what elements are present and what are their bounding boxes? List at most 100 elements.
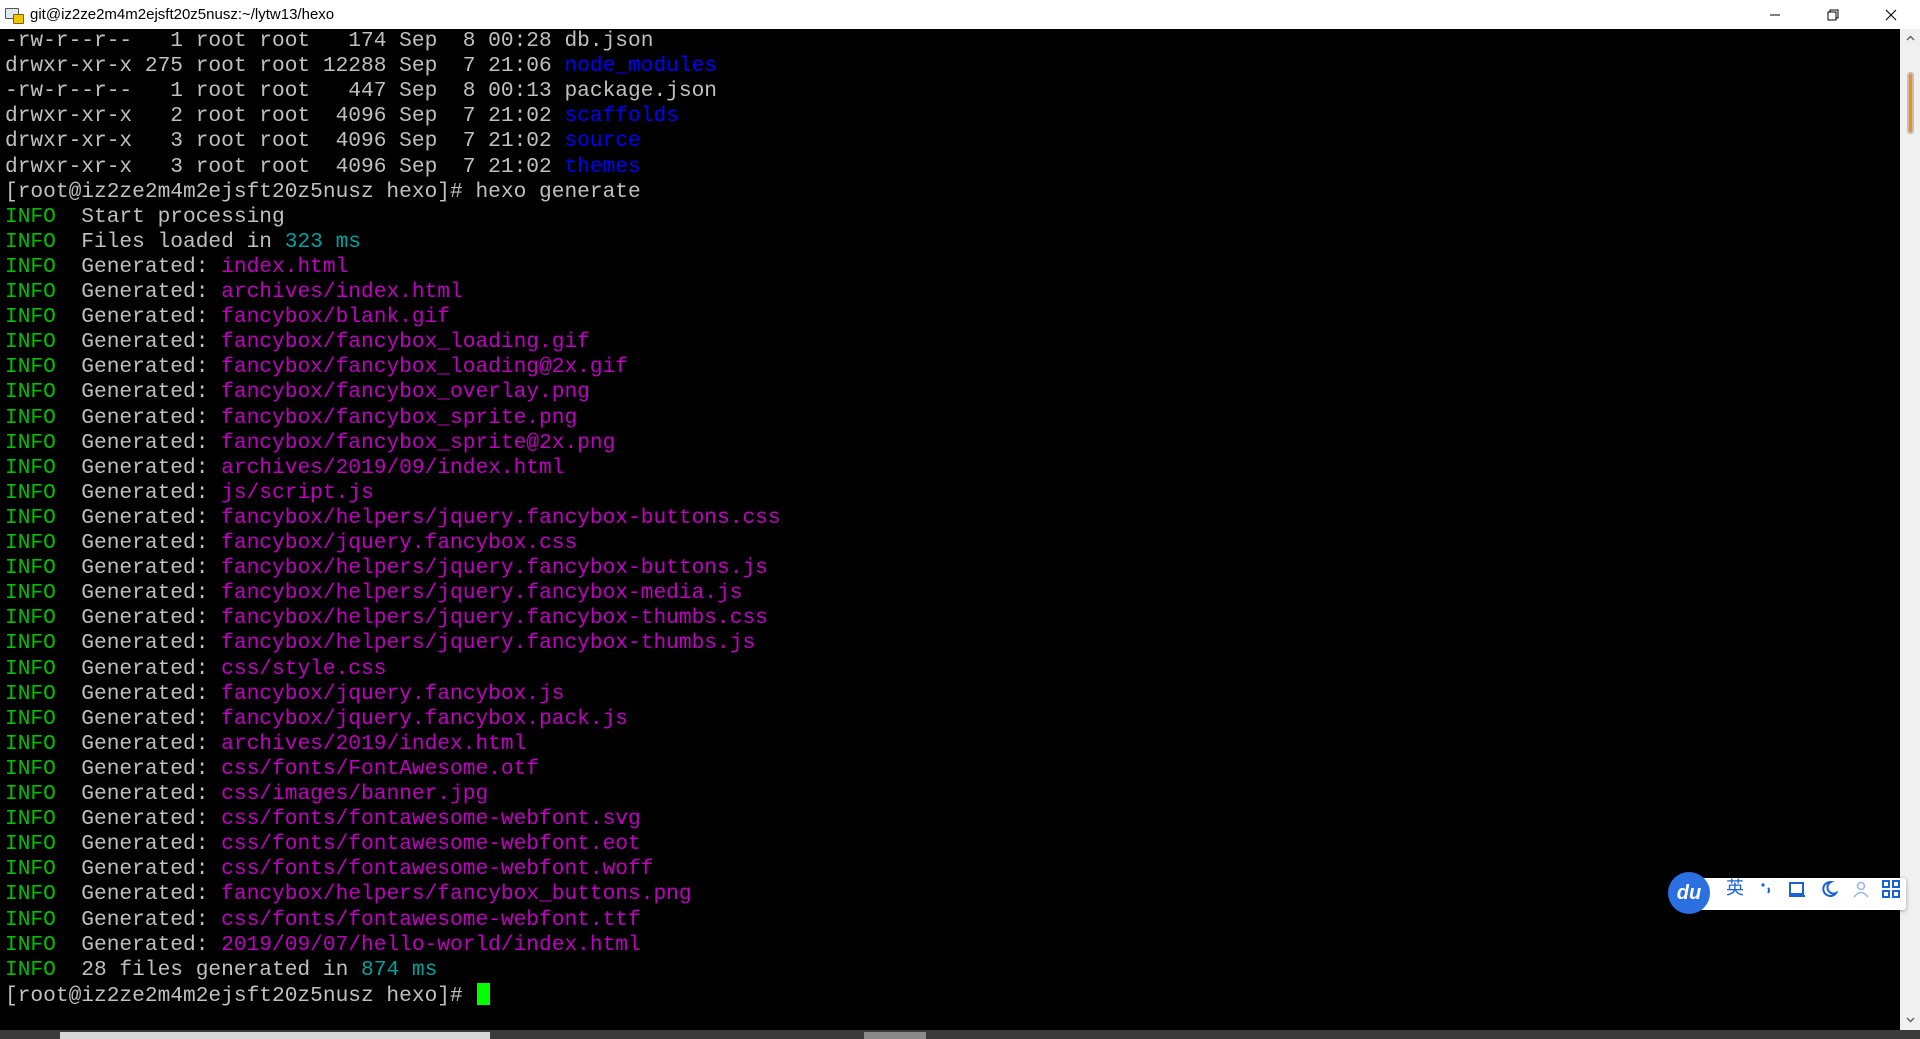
directory-name: themes (564, 154, 641, 179)
terminal-line: INFO Generated: fancybox/fancybox_loadin… (5, 330, 590, 355)
terminal-text: Generated: (55, 405, 222, 430)
terminal-text: -rw-r--r-- 1 root root 447 Sep 8 00:13 p… (5, 79, 718, 104)
terminal-text: Generated: (55, 606, 222, 631)
scroll-up-button[interactable] (1900, 29, 1920, 46)
terminal-line: INFO Generated: css/fonts/fontawesome-we… (5, 807, 641, 832)
terminal-line: drwxr-xr-x 3 root root 4096 Sep 7 21:02 … (5, 129, 641, 154)
terminal-line: INFO Generated: fancybox/helpers/jquery.… (5, 606, 768, 631)
terminal-text: Generated: (55, 832, 222, 857)
terminal-line: INFO Generated: fancybox/fancybox_sprite… (5, 406, 577, 431)
taskbar-segment (60, 1032, 490, 1039)
grid-menu-icon[interactable] (1880, 878, 1902, 900)
taskbar-segment (864, 1032, 926, 1039)
keyboard-icon[interactable] (1786, 878, 1808, 900)
close-icon (1885, 9, 1897, 20)
log-level: INFO (5, 229, 56, 254)
terminal-line: INFO Generated: fancybox/jquery.fancybox… (5, 682, 564, 707)
log-level: INFO (5, 254, 56, 279)
log-level: INFO (5, 807, 56, 832)
terminal-line: INFO Generated: fancybox/helpers/jquery.… (5, 556, 768, 581)
terminal-line: INFO Generated: fancybox/jquery.fancybox… (5, 707, 628, 732)
log-level: INFO (5, 355, 56, 380)
ime-language-toggle[interactable]: 英 (1724, 878, 1746, 900)
terminal-line: INFO Generated: fancybox/helpers/fancybo… (5, 882, 692, 907)
terminal-text: drwxr-xr-x 3 root root 4096 Sep 7 21:02 (5, 129, 565, 154)
generated-path: fancybox/jquery.fancybox.css (221, 531, 578, 555)
terminal-line: INFO Generated: fancybox/fancybox_loadin… (5, 355, 628, 380)
log-level: INFO (5, 882, 56, 907)
generated-path: fancybox/jquery.fancybox.pack.js (221, 706, 629, 731)
terminal-text: Generated: (55, 782, 222, 806)
terminal-line: [root@iz2ze2m4m2ejsft20z5nusz hexo]# (5, 982, 491, 1008)
generated-path: fancybox/helpers/jquery.fancybox-thumbs.… (221, 606, 768, 631)
log-level: INFO (5, 480, 56, 505)
duration-value: 874 ms (361, 957, 438, 982)
terminal-line: INFO Generated: fancybox/helpers/jquery.… (5, 631, 755, 656)
terminal-line: INFO Generated: css/style.css (5, 657, 386, 682)
moon-skin-icon[interactable] (1818, 878, 1840, 900)
terminal-text: Generated: (55, 556, 222, 581)
terminal-line: INFO Generated: js/script.js (5, 481, 374, 506)
generated-path: fancybox/helpers/jquery.fancybox-buttons… (221, 556, 768, 581)
ime-logo[interactable]: du (1668, 872, 1710, 914)
terminal-text: Generated: (55, 430, 222, 455)
log-level: INFO (5, 681, 56, 706)
generated-path: fancybox/helpers/jquery.fancybox-buttons… (221, 505, 781, 530)
generated-path: 2019/09/07/hello-world/index.html (221, 932, 641, 957)
terminal-line: INFO Generated: fancybox/blank.gif (5, 305, 450, 330)
restore-icon (1827, 9, 1839, 20)
directory-name: node_modules (564, 54, 718, 79)
terminal-line: INFO Generated: fancybox/helpers/jquery.… (5, 506, 781, 531)
generated-path: fancybox/fancybox_sprite.png (221, 405, 578, 430)
terminal-text: Generated: (55, 932, 222, 957)
generated-path: css/fonts/fontawesome-webfont.ttf (221, 907, 641, 932)
punctuation-icon[interactable] (1756, 878, 1776, 900)
log-level: INFO (5, 857, 56, 882)
terminal-text: Generated: (55, 807, 222, 832)
minimize-icon (1770, 14, 1780, 15)
terminal-text: drwxr-xr-x 3 root root 4096 Sep 7 21:02 (5, 154, 565, 179)
terminal-output[interactable]: -rw-r--r-- 1 root root 174 Sep 8 00:28 d… (0, 29, 1900, 1030)
directory-name: source (564, 129, 641, 154)
log-level: INFO (5, 957, 56, 982)
scroll-down-button[interactable] (1900, 1011, 1920, 1028)
generated-path: archives/2019/index.html (221, 731, 527, 756)
terminal-line: INFO Generated: css/images/banner.jpg (5, 782, 488, 807)
putty-icon[interactable] (4, 6, 24, 24)
log-level: INFO (5, 782, 56, 806)
terminal-line: INFO Generated: archives/2019/index.html (5, 732, 526, 757)
log-level: INFO (5, 656, 56, 681)
log-level: INFO (5, 631, 56, 656)
generated-path: archives/2019/09/index.html (221, 455, 565, 480)
title-bar[interactable]: git@iz2ze2m4m2ejsft20z5nusz:~/lytw13/hex… (0, 0, 1920, 30)
restore-button[interactable] (1804, 0, 1862, 29)
generated-path: fancybox/fancybox_loading.gif (221, 330, 590, 355)
log-level: INFO (5, 932, 56, 957)
ime-toolbar[interactable]: du 英 (1668, 872, 1906, 914)
log-level: INFO (5, 505, 56, 530)
terminal-text: Generated: (55, 531, 222, 555)
terminal-line: -rw-r--r-- 1 root root 447 Sep 8 00:13 p… (5, 79, 717, 104)
log-level: INFO (5, 556, 56, 581)
terminal-line: [root@iz2ze2m4m2ejsft20z5nusz hexo]# hex… (5, 180, 641, 205)
log-level: INFO (5, 380, 56, 405)
log-level: INFO (5, 606, 56, 631)
scroll-thumb[interactable] (1907, 72, 1914, 134)
terminal-text: Generated: (55, 581, 222, 606)
terminal-line: INFO Generated: css/fonts/fontawesome-we… (5, 857, 653, 882)
terminal-text: drwxr-xr-x 2 root root 4096 Sep 7 21:02 (5, 104, 565, 129)
terminal-text: Generated: (55, 631, 222, 656)
log-level: INFO (5, 756, 56, 781)
terminal-line: drwxr-xr-x 275 root root 12288 Sep 7 21:… (5, 54, 717, 79)
close-button[interactable] (1862, 0, 1920, 29)
terminal-line: INFO Generated: archives/2019/09/index.h… (5, 456, 564, 481)
generated-path: fancybox/fancybox_overlay.png (221, 380, 590, 405)
log-level: INFO (5, 204, 56, 229)
window-title: git@iz2ze2m4m2ejsft20z5nusz:~/lytw13/hex… (30, 6, 335, 23)
minimize-button[interactable] (1746, 0, 1804, 29)
generated-path: fancybox/helpers/jquery.fancybox-media.j… (221, 581, 743, 606)
terminal-line: INFO Generated: css/fonts/FontAwesome.ot… (5, 757, 539, 782)
terminal-line: drwxr-xr-x 2 root root 4096 Sep 7 21:02 … (5, 104, 679, 129)
user-icon[interactable] (1850, 878, 1872, 900)
terminal-text: Generated: (55, 681, 222, 706)
